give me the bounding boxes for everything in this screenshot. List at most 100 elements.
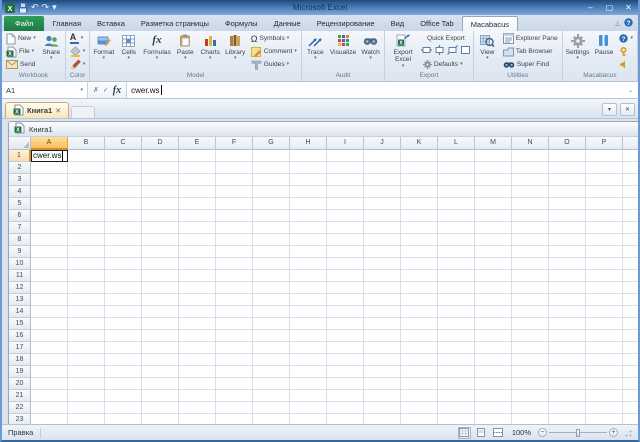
column-header-D[interactable]: D (142, 137, 179, 150)
cell-H19[interactable] (290, 366, 327, 378)
cell-I5[interactable] (327, 198, 364, 210)
cell-C12[interactable] (105, 282, 142, 294)
cell-A3[interactable] (31, 174, 68, 186)
cell-F5[interactable] (216, 198, 253, 210)
cell-N21[interactable] (512, 390, 549, 402)
save-button[interactable] (18, 2, 28, 13)
charts-button[interactable]: Charts▾ (198, 32, 223, 71)
super-find-button[interactable]: Super Find (501, 58, 560, 70)
cell-H23[interactable] (290, 414, 327, 424)
cell-E9[interactable] (179, 246, 216, 258)
cell-O18[interactable] (549, 354, 586, 366)
document-tab-close-icon[interactable]: ✕ (55, 107, 61, 115)
cell-P7[interactable] (586, 222, 623, 234)
cell-Q22[interactable] (623, 402, 638, 414)
cell-K8[interactable] (401, 234, 438, 246)
cell-N20[interactable] (512, 378, 549, 390)
file-button[interactable]: XFile▾ (4, 46, 38, 58)
cell-E16[interactable] (179, 330, 216, 342)
row-header-4[interactable]: 4 (9, 186, 31, 198)
cell-N22[interactable] (512, 402, 549, 414)
cell-E4[interactable] (179, 186, 216, 198)
cell-G13[interactable] (253, 294, 290, 306)
help-icon[interactable]: ? (624, 18, 633, 29)
cell-G19[interactable] (253, 366, 290, 378)
cell-G17[interactable] (253, 342, 290, 354)
cell-L7[interactable] (438, 222, 475, 234)
cell-A12[interactable] (31, 282, 68, 294)
cell-P19[interactable] (586, 366, 623, 378)
cell-L18[interactable] (438, 354, 475, 366)
cell-A8[interactable] (31, 234, 68, 246)
cell-G4[interactable] (253, 186, 290, 198)
cell-I9[interactable] (327, 246, 364, 258)
redo-button[interactable]: ↷ (42, 2, 50, 13)
tab-вид[interactable]: Вид (383, 16, 413, 31)
cell-N3[interactable] (512, 174, 549, 186)
cell-G23[interactable] (253, 414, 290, 424)
cell-M19[interactable] (475, 366, 512, 378)
cell-B2[interactable] (68, 162, 105, 174)
cell-J6[interactable] (364, 210, 401, 222)
cell-I18[interactable] (327, 354, 364, 366)
cell-O6[interactable] (549, 210, 586, 222)
cell-P12[interactable] (586, 282, 623, 294)
cell-L14[interactable] (438, 306, 475, 318)
cell-J2[interactable] (364, 162, 401, 174)
cell-H21[interactable] (290, 390, 327, 402)
zoom-in-button[interactable]: + (609, 428, 618, 437)
cell-O21[interactable] (549, 390, 586, 402)
cell-B7[interactable] (68, 222, 105, 234)
cell-H3[interactable] (290, 174, 327, 186)
font-color-button[interactable]: A▾ (68, 33, 88, 45)
row-header-8[interactable]: 8 (9, 234, 31, 246)
cell-I15[interactable] (327, 318, 364, 330)
cell-K14[interactable] (401, 306, 438, 318)
cell-F23[interactable] (216, 414, 253, 424)
cell-Q3[interactable] (623, 174, 638, 186)
cell-P10[interactable] (586, 258, 623, 270)
cell-M1[interactable] (475, 150, 512, 162)
cell-F14[interactable] (216, 306, 253, 318)
cell-C13[interactable] (105, 294, 142, 306)
cell-F6[interactable] (216, 210, 253, 222)
cell-B21[interactable] (68, 390, 105, 402)
cell-E6[interactable] (179, 210, 216, 222)
cell-B8[interactable] (68, 234, 105, 246)
cell-H20[interactable] (290, 378, 327, 390)
cell-C20[interactable] (105, 378, 142, 390)
cell-B14[interactable] (68, 306, 105, 318)
cell-F18[interactable] (216, 354, 253, 366)
cell-P22[interactable] (586, 402, 623, 414)
cell-J18[interactable] (364, 354, 401, 366)
cell-I6[interactable] (327, 210, 364, 222)
row-header-12[interactable]: 12 (9, 282, 31, 294)
row-header-14[interactable]: 14 (9, 306, 31, 318)
page-break-view-button[interactable] (492, 427, 505, 439)
cell-N5[interactable] (512, 198, 549, 210)
cell-G7[interactable] (253, 222, 290, 234)
cell-H9[interactable] (290, 246, 327, 258)
cell-M22[interactable] (475, 402, 512, 414)
cell-J10[interactable] (364, 258, 401, 270)
cell-E18[interactable] (179, 354, 216, 366)
cell-M4[interactable] (475, 186, 512, 198)
cell-C14[interactable] (105, 306, 142, 318)
cell-D4[interactable] (142, 186, 179, 198)
cell-O16[interactable] (549, 330, 586, 342)
cell-B6[interactable] (68, 210, 105, 222)
row-header-2[interactable]: 2 (9, 162, 31, 174)
export-plain-icon[interactable] (460, 45, 471, 57)
cell-F9[interactable] (216, 246, 253, 258)
cell-N9[interactable] (512, 246, 549, 258)
new-button[interactable]: New▾ (4, 33, 38, 45)
cell-H7[interactable] (290, 222, 327, 234)
cell-K4[interactable] (401, 186, 438, 198)
cell-E2[interactable] (179, 162, 216, 174)
cell-D20[interactable] (142, 378, 179, 390)
cell-P14[interactable] (586, 306, 623, 318)
cell-E15[interactable] (179, 318, 216, 330)
export-width-icon[interactable] (421, 45, 432, 57)
cell-D1[interactable] (142, 150, 179, 162)
cell-K2[interactable] (401, 162, 438, 174)
